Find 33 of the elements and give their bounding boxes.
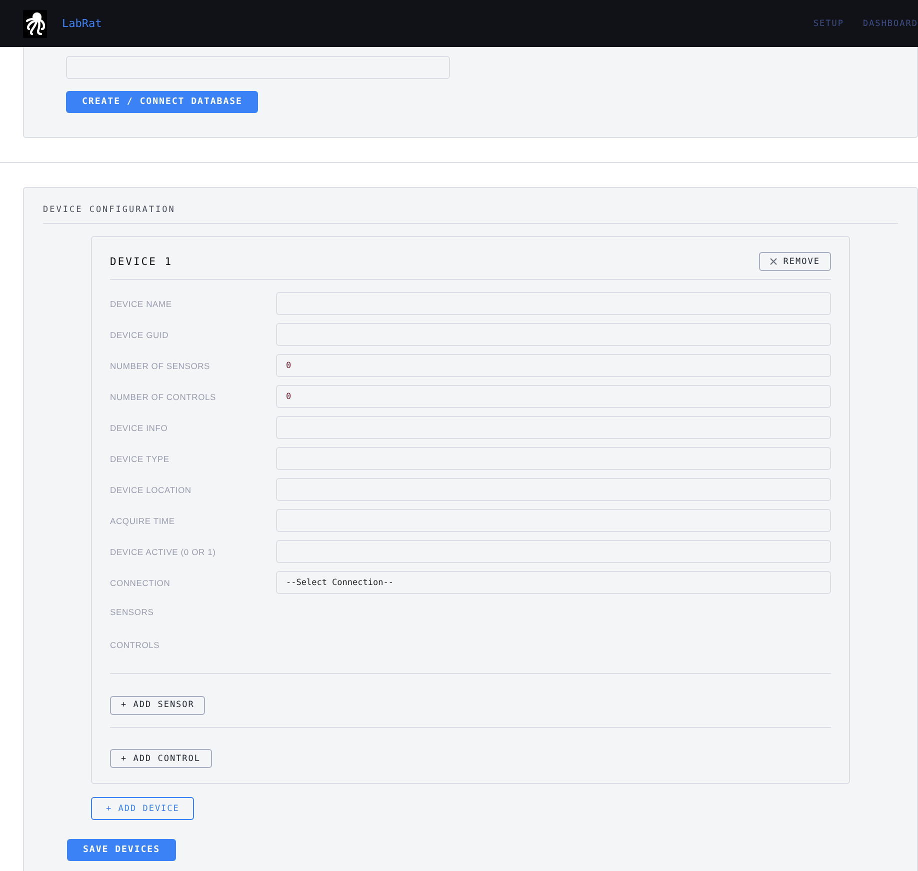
- field-label: CONNECTION: [110, 578, 172, 588]
- add-sensor-button[interactable]: + ADD SENSOR: [110, 696, 206, 714]
- add-control-button[interactable]: + ADD CONTROL: [110, 749, 212, 768]
- save-devices-button[interactable]: SAVE DEVICES: [67, 839, 176, 861]
- connection-select[interactable]: --Select Connection--: [276, 571, 831, 594]
- field-label: NUMBER OF CONTROLS: [110, 392, 217, 402]
- database-path-field[interactable]: [66, 56, 450, 79]
- section-label: CONTROLS: [110, 640, 161, 652]
- brand-name: LabRat: [62, 17, 102, 30]
- input-field[interactable]: [276, 323, 831, 346]
- device-title: DEVICE 1: [110, 256, 173, 268]
- input-field[interactable]: [276, 416, 831, 439]
- input-field[interactable]: [276, 292, 831, 315]
- close-icon: [770, 258, 778, 265]
- remove-button[interactable]: REMOVE: [759, 252, 831, 271]
- input-field[interactable]: 0: [276, 354, 831, 377]
- field-label: DEVICE TYPE: [110, 454, 170, 464]
- create-database-button[interactable]: CREATE / CONNECT DATABASE: [66, 91, 258, 113]
- section-label: SENSORS: [110, 607, 155, 619]
- input-field[interactable]: [276, 447, 831, 470]
- field-label: ACQUIRE TIME: [110, 516, 176, 526]
- field-label: DEVICE INFO: [110, 422, 169, 432]
- input-field[interactable]: [276, 509, 831, 532]
- field-label: NUMBER OF SENSORS: [110, 360, 212, 370]
- field-label: DEVICE GUID: [110, 330, 170, 340]
- field-label: DEVICE LOCATION: [110, 484, 192, 494]
- input-field[interactable]: 0: [276, 385, 831, 408]
- input-field[interactable]: [276, 540, 831, 563]
- octopus-logo-icon: [23, 10, 47, 38]
- field-label: DEVICE ACTIVE (0 OR 1): [110, 546, 217, 556]
- input-field[interactable]: [276, 478, 831, 501]
- section-title: DEVICE CONFIGURATION: [43, 205, 898, 224]
- field-label: DEVICE NAME: [110, 298, 173, 308]
